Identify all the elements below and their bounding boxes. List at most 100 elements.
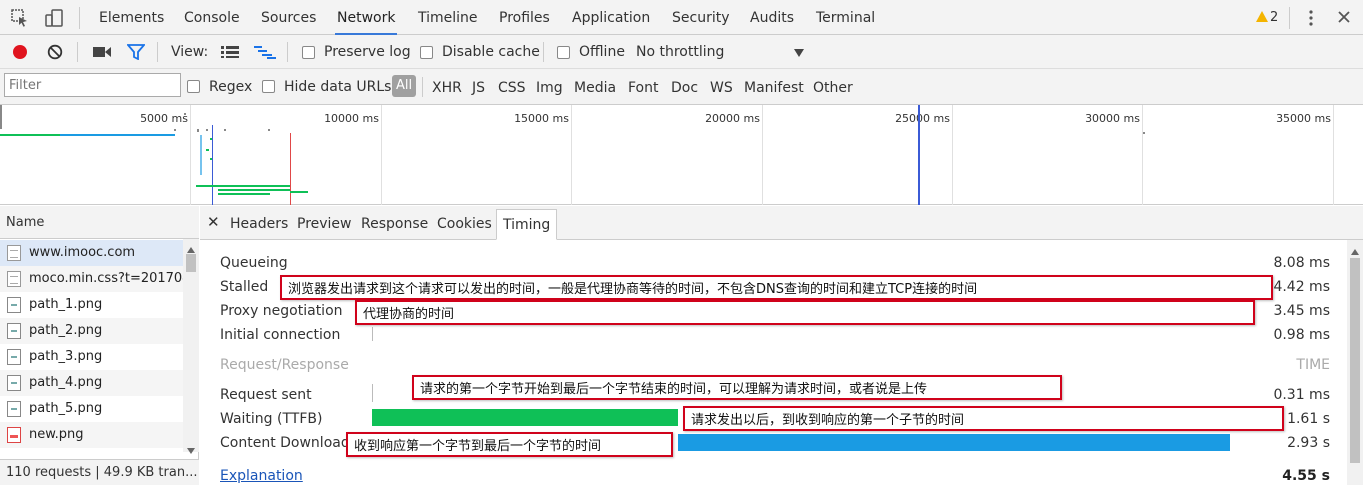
close-icon[interactable]: ✕ xyxy=(207,213,220,231)
record-icon[interactable] xyxy=(12,44,28,63)
filter-icon[interactable] xyxy=(126,44,146,63)
initial-connection-bar xyxy=(372,327,373,341)
request-response-section: Request/Response xyxy=(220,357,349,373)
total-time: 4.55 s xyxy=(1282,468,1330,484)
scroll-down-icon[interactable] xyxy=(187,443,195,457)
chevron-down-icon[interactable] xyxy=(793,47,805,61)
list-item[interactable]: path_3.png xyxy=(0,344,183,370)
network-toolbar: View: Preserve log Disable cache Offline… xyxy=(0,35,1363,69)
filter-input[interactable] xyxy=(4,73,181,97)
list-item[interactable]: new.png xyxy=(0,422,183,448)
stalled-annotation: 浏览器发出请求到这个请求可以发出的时间，一般是代理协商等待的时间，不包含DNS查… xyxy=(280,275,1273,300)
tab-preview[interactable]: Preview xyxy=(297,216,352,232)
list-item[interactable]: path_4.png xyxy=(0,370,183,396)
waiting-ttfb-value: 1.61 s xyxy=(1287,411,1330,427)
image-icon xyxy=(7,427,21,443)
hide-data-urls-label: Hide data URLs xyxy=(284,79,392,95)
image-icon xyxy=(7,297,21,313)
device-toolbar-icon[interactable] xyxy=(44,8,64,28)
explanation-link[interactable]: Explanation xyxy=(220,468,303,484)
request-sent-annotation: 请求的第一个字节开始到最后一个字节结束的时间，可以理解为请求时间，或者说是上传 xyxy=(412,375,1062,400)
filter-type-js[interactable]: JS xyxy=(472,80,485,96)
waiting-ttfb-label: Waiting (TTFB) xyxy=(220,411,323,427)
filter-type-ws[interactable]: WS xyxy=(710,80,733,96)
tab-network[interactable]: Network xyxy=(335,0,398,35)
queueing-value: 8.08 ms xyxy=(1273,255,1330,271)
filter-type-img[interactable]: Img xyxy=(536,80,563,96)
list-item[interactable]: www.imooc.com xyxy=(0,240,183,266)
filter-type-manifest[interactable]: Manifest xyxy=(744,80,804,96)
tab-timeline[interactable]: Timeline xyxy=(416,0,480,35)
stalled-value: 4.42 ms xyxy=(1273,279,1330,295)
stalled-label: Stalled xyxy=(220,279,269,295)
time-column-header: TIME xyxy=(1296,357,1330,373)
preserve-log-label: Preserve log xyxy=(324,44,411,60)
filter-type-all[interactable]: All xyxy=(392,75,416,97)
filter-type-xhr[interactable]: XHR xyxy=(432,80,462,96)
tab-headers[interactable]: Headers xyxy=(230,216,288,232)
hide-data-urls-checkbox[interactable] xyxy=(262,80,275,93)
tab-terminal[interactable]: Terminal xyxy=(814,0,877,35)
name-column-header[interactable]: Name xyxy=(0,206,199,239)
detail-scrollbar[interactable] xyxy=(1347,240,1363,485)
waterfall-overview-icon[interactable] xyxy=(254,45,276,62)
image-icon xyxy=(7,375,21,391)
list-item[interactable]: path_2.png xyxy=(0,318,183,344)
preserve-log-checkbox[interactable] xyxy=(302,46,315,59)
initial-connection-value: 0.98 ms xyxy=(1273,327,1330,343)
download-annotation: 收到响应第一个字节到最后一个字节的时间 xyxy=(346,432,673,457)
tab-response[interactable]: Response xyxy=(361,216,428,232)
tab-application[interactable]: Application xyxy=(570,0,652,35)
tab-security[interactable]: Security xyxy=(670,0,732,35)
warnings-counter[interactable]: 2 xyxy=(1256,10,1278,25)
throttling-select[interactable]: No throttling xyxy=(636,44,724,60)
large-rows-icon[interactable] xyxy=(221,46,239,61)
queueing-label: Queueing xyxy=(220,255,288,271)
request-list: Name www.imooc.com moco.min.css?t=201704… xyxy=(0,206,199,485)
content-download-label: Content Download xyxy=(220,435,350,451)
tab-cookies[interactable]: Cookies xyxy=(437,216,492,232)
more-menu-icon[interactable] xyxy=(1304,9,1318,30)
list-item[interactable]: path_1.png xyxy=(0,292,183,318)
stylesheet-icon xyxy=(7,271,21,287)
regex-checkbox[interactable] xyxy=(187,80,200,93)
filter-type-media[interactable]: Media xyxy=(574,80,616,96)
list-item[interactable]: moco.min.css?t=2017040 xyxy=(0,266,183,292)
capture-screenshots-icon[interactable] xyxy=(92,45,112,62)
network-overview[interactable]: 5000 ms 10000 ms 15000 ms 20000 ms 25000… xyxy=(0,105,1363,205)
tab-timing[interactable]: Timing xyxy=(496,209,558,240)
close-devtools-icon[interactable] xyxy=(1337,10,1351,27)
request-list-scrollbar[interactable] xyxy=(183,239,199,454)
scrollbar-thumb[interactable] xyxy=(1350,258,1360,463)
offline-checkbox[interactable] xyxy=(557,46,570,59)
image-icon xyxy=(7,349,21,365)
tab-audits[interactable]: Audits xyxy=(748,0,796,35)
content-download-bar xyxy=(678,434,1230,451)
tab-profiles[interactable]: Profiles xyxy=(497,0,552,35)
filter-type-doc[interactable]: Doc xyxy=(671,80,698,96)
disable-cache-label: Disable cache xyxy=(442,44,540,60)
request-detail-pane: ✕ Headers Preview Response Cookies Timin… xyxy=(200,206,1363,485)
scroll-up-icon[interactable] xyxy=(1351,244,1359,258)
tab-sources[interactable]: Sources xyxy=(259,0,318,35)
tab-elements[interactable]: Elements xyxy=(97,0,166,35)
disable-cache-checkbox[interactable] xyxy=(420,46,433,59)
filter-bar: Regex Hide data URLs All XHR JS CSS Img … xyxy=(0,69,1363,105)
filter-type-css[interactable]: CSS xyxy=(498,80,526,96)
filter-type-other[interactable]: Other xyxy=(813,80,853,96)
image-icon xyxy=(7,323,21,339)
clear-icon[interactable] xyxy=(47,44,63,63)
request-sent-label: Request sent xyxy=(220,387,312,403)
request-sent-bar xyxy=(372,384,373,402)
warning-icon xyxy=(1256,11,1268,22)
content-download-value: 2.93 s xyxy=(1287,435,1330,451)
inspect-element-icon[interactable] xyxy=(10,8,30,28)
proxy-annotation: 代理协商的时间 xyxy=(355,300,1255,325)
scrollbar-thumb[interactable] xyxy=(186,254,196,272)
initial-connection-label: Initial connection xyxy=(220,327,341,343)
list-item[interactable]: path_5.png xyxy=(0,396,183,422)
tab-console[interactable]: Console xyxy=(182,0,242,35)
filter-type-font[interactable]: Font xyxy=(628,80,658,96)
view-label: View: xyxy=(171,44,209,60)
overview-waterfall xyxy=(0,105,1145,205)
